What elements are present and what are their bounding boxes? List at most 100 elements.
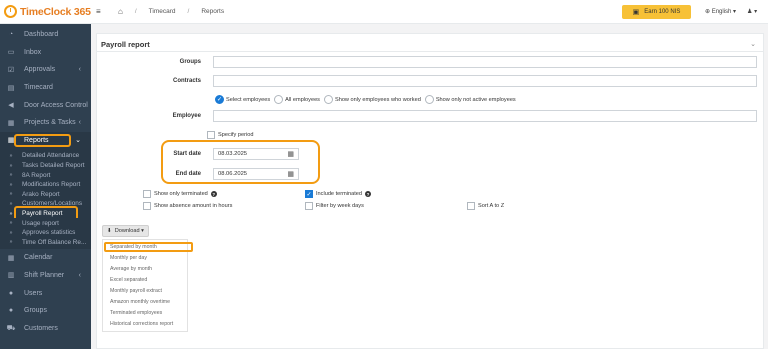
employee-field[interactable] bbox=[213, 110, 757, 122]
sidebar-item-shift-planner[interactable]: ▥ Shift Planner ‹ bbox=[0, 267, 91, 285]
download-label: Download ▾ bbox=[114, 228, 144, 234]
clock-icon bbox=[4, 5, 17, 18]
customers-icon: ⛟ bbox=[6, 324, 16, 332]
sidebar-item-inbox[interactable]: ▭ Inbox bbox=[0, 44, 91, 62]
sidebar-item-dashboard[interactable]: ◔ Dashboard bbox=[0, 26, 91, 44]
sidebar-item-reports[interactable]: ▦ Reports ⌄ bbox=[0, 131, 91, 150]
include-terminated-checkbox[interactable]: ✓ Include terminated ? bbox=[305, 190, 372, 198]
contracts-label: Contracts bbox=[172, 78, 201, 84]
submenu-label: Detailed Attendance bbox=[22, 152, 80, 160]
help-icon[interactable]: ? bbox=[210, 191, 217, 197]
shift-planner-icon: ▥ bbox=[7, 272, 15, 280]
calendar-icon[interactable]: ▦ bbox=[287, 170, 294, 178]
user-menu[interactable]: ♟ ▾ bbox=[747, 8, 757, 15]
end-date-input[interactable]: 08.06.2025 ▦ bbox=[213, 168, 299, 180]
radio-all-employees[interactable]: All employees bbox=[274, 95, 320, 104]
checkbox-label: Sort A to Z bbox=[478, 203, 505, 209]
submenu-item-usage-report[interactable]: » Usage report bbox=[0, 218, 91, 228]
logo[interactable]: TimeClock 365 bbox=[0, 0, 91, 24]
radio-only-worked[interactable]: Show only employees who worked bbox=[323, 95, 421, 104]
sidebar-nav: ◔ Dashboard ▭ Inbox ☑ Approvals ‹ ▤ Time… bbox=[0, 24, 91, 150]
menu-item-historical-corrections[interactable]: Historical corrections report bbox=[103, 318, 187, 329]
breadcrumb-reports: Reports bbox=[201, 8, 225, 15]
help-icon[interactable]: ? bbox=[365, 191, 372, 197]
sidebar-item-projects[interactable]: ▦ Projects & Tasks ‹ bbox=[0, 114, 91, 132]
filter-week-days-checkbox[interactable]: Filter by week days bbox=[305, 202, 364, 210]
checkbox-label: Show absence amount in hours bbox=[154, 203, 233, 209]
earn-button[interactable]: ▣ Earn 100 NIS bbox=[622, 5, 691, 19]
sidebar-item-label: Users bbox=[24, 289, 43, 297]
start-date-input[interactable]: 08.03.2025 ▦ bbox=[213, 148, 299, 160]
download-icon: ⬇ bbox=[107, 228, 112, 234]
breadcrumb-separator: / bbox=[134, 8, 137, 15]
user-icon: ♟ bbox=[747, 9, 753, 15]
menu-item-label: Terminated employees bbox=[110, 309, 163, 316]
sidebar-item-customers[interactable]: ⛟ Customers bbox=[0, 319, 91, 337]
sort-a-z-checkbox[interactable]: Sort A to Z bbox=[467, 202, 504, 210]
reports-submenu: » Detailed Attendance » Tasks Detailed Rep… bbox=[0, 149, 91, 250]
show-only-terminated-checkbox[interactable]: Show only terminated ? bbox=[143, 190, 217, 198]
submenu-item-payroll-report[interactable]: » Payroll Report bbox=[0, 205, 91, 221]
divider bbox=[97, 51, 763, 52]
menu-icon[interactable]: ≡ bbox=[96, 7, 106, 16]
submenu-item-8a-report[interactable]: » 8A Report bbox=[0, 170, 91, 180]
users-icon: ● bbox=[8, 289, 14, 297]
menu-item-monthly-per-day[interactable]: Monthly per day bbox=[103, 253, 187, 264]
language-selector[interactable]: ⊕ English ▾ bbox=[705, 8, 736, 15]
chevron-left-icon: ‹ bbox=[78, 271, 81, 279]
bullet-icon: » bbox=[9, 239, 13, 246]
checkbox-label: Filter by week days bbox=[316, 203, 364, 209]
sidebar-item-label: Customers bbox=[24, 324, 58, 332]
submenu-label: Modifications Report bbox=[22, 181, 81, 189]
radio-only-not-active[interactable]: Show only not active employees bbox=[424, 95, 516, 104]
groups-field[interactable] bbox=[213, 56, 757, 68]
menu-item-separated-by-month[interactable]: Separated by month bbox=[103, 242, 193, 253]
bullet-icon: » bbox=[9, 220, 13, 227]
timecard-icon: ▤ bbox=[7, 84, 15, 92]
earn-label: Earn 100 NIS bbox=[644, 9, 681, 15]
sidebar-item-label: Projects & Tasks bbox=[24, 119, 76, 127]
specify-period-checkbox[interactable]: Specify period bbox=[207, 131, 253, 139]
bullet-icon: » bbox=[9, 191, 13, 198]
menu-item-terminated-employees[interactable]: Terminated employees bbox=[103, 307, 187, 318]
sidebar-item-groups[interactable]: ● Groups bbox=[0, 302, 91, 320]
collapse-icon[interactable]: ⌄ bbox=[750, 40, 756, 48]
menu-item-label: Monthly payroll extract bbox=[110, 288, 162, 294]
employee-label: Employee bbox=[172, 113, 201, 119]
submenu-label: Time Off Balance Re... bbox=[22, 238, 87, 246]
sidebar-item-users[interactable]: ● Users bbox=[0, 284, 91, 302]
breadcrumb-separator: / bbox=[187, 8, 190, 15]
submenu-item-tasks-detailed[interactable]: » Tasks Detailed Report bbox=[0, 160, 91, 171]
chevron-left-icon: ‹ bbox=[78, 66, 81, 74]
menu-item-average-by-month[interactable]: Average by month bbox=[103, 264, 187, 275]
submenu-item-time-off-balance[interactable]: » Time Off Balance Re... bbox=[0, 237, 91, 248]
download-button[interactable]: ⬇ Download ▾ bbox=[102, 225, 149, 237]
contracts-field[interactable] bbox=[213, 75, 757, 87]
submenu-item-detailed-attendance[interactable]: » Detailed Attendance bbox=[0, 151, 91, 161]
submenu-item-modifications[interactable]: » Modifications Report bbox=[0, 179, 91, 190]
menu-item-monthly-payroll-extract[interactable]: Monthly payroll extract bbox=[103, 286, 187, 297]
checkbox-label: Specify period bbox=[218, 132, 254, 138]
calendar-icon[interactable]: ▦ bbox=[287, 150, 294, 158]
show-absence-checkbox[interactable]: Show absence amount in hours bbox=[143, 202, 232, 210]
radio-circle bbox=[274, 95, 284, 104]
submenu-item-arako[interactable]: » Arako Report bbox=[0, 189, 91, 200]
menu-item-excel-separated[interactable]: Excel separated bbox=[103, 275, 187, 286]
sidebar-item-label: Timecard bbox=[24, 84, 53, 92]
chevron-left-icon: ‹ bbox=[78, 119, 81, 127]
breadcrumb-timecard[interactable]: Timecard bbox=[149, 8, 176, 15]
submenu-item-approves-statistics[interactable]: » Approves statistics bbox=[0, 227, 91, 238]
sidebar-item-timecard[interactable]: ▤ Timecard bbox=[0, 79, 91, 97]
menu-item-amazon-monthly-overtime[interactable]: Amazon monthly overtime bbox=[103, 296, 187, 307]
gift-icon: ▣ bbox=[632, 9, 640, 16]
globe-icon: ⊕ bbox=[705, 9, 711, 15]
calendar-icon: ▦ bbox=[7, 254, 15, 262]
sidebar-item-approvals[interactable]: ☑ Approvals ‹ bbox=[0, 61, 91, 79]
inbox-icon: ▭ bbox=[7, 49, 15, 57]
sidebar-item-calendar[interactable]: ▦ Calendar bbox=[0, 249, 91, 267]
sidebar-item-door-access[interactable]: ◀ Door Access Control bbox=[0, 96, 91, 114]
radio-select-employees[interactable]: ✓ Select employees bbox=[215, 95, 270, 104]
home-icon[interactable]: ⌂ bbox=[118, 7, 123, 16]
submenu-label: Approves statistics bbox=[22, 229, 76, 237]
sidebar-item-label: Groups bbox=[24, 307, 47, 315]
